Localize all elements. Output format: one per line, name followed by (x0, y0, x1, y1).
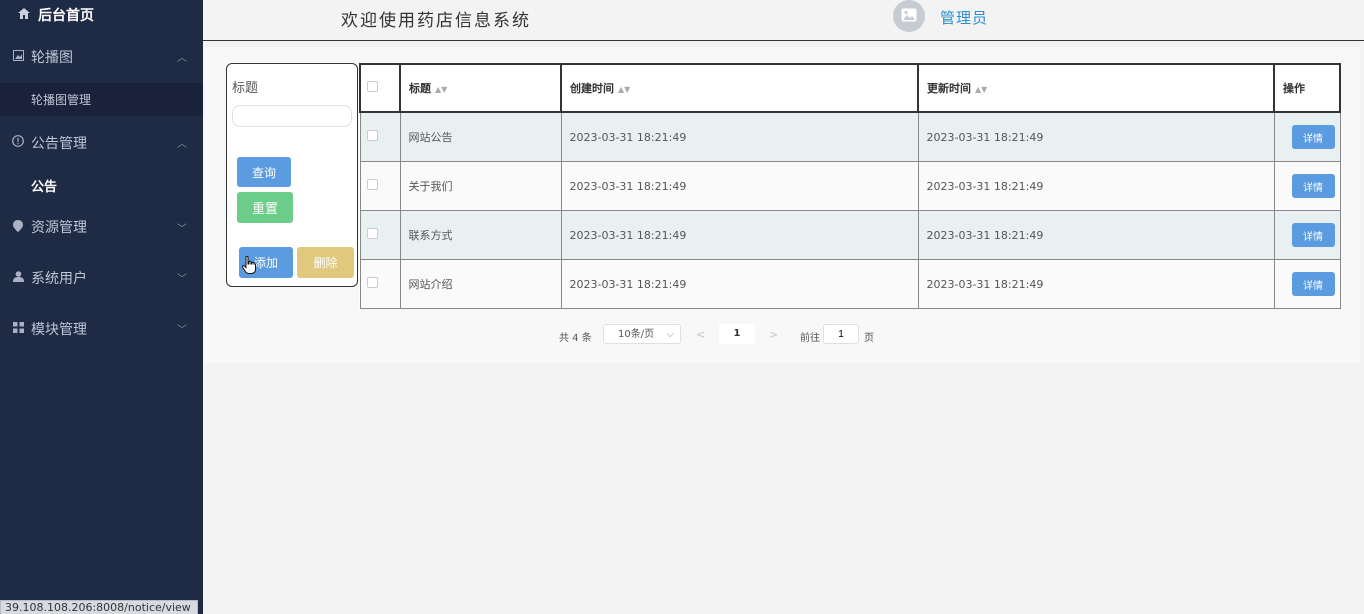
cell-created: 2023-03-31 18:21:49 (560, 111, 919, 162)
user-name[interactable]: 管理员 (940, 7, 988, 28)
table-row: 网站公告 2023-03-31 18:21:49 2023-03-31 18:2… (359, 111, 1341, 162)
cell-created: 2023-03-31 18:21:49 (560, 259, 919, 309)
sidebar-subitem-notice[interactable]: 公告 (0, 169, 203, 202)
table-row: 关于我们 2023-03-31 18:21:49 2023-03-31 18:2… (359, 161, 1341, 211)
notice-table: 标题 ▲▼ 创建时间 ▲▼ 更新时间 ▲▼ 操作 网站公告 2023-03-31 18… (359, 63, 1341, 309)
search-form: 标题 查询 重置 添加 删除 (226, 63, 358, 287)
sidebar-item-label: 资源管理 (31, 220, 87, 236)
user-icon (12, 270, 24, 285)
table-header-row: 标题 ▲▼ 创建时间 ▲▼ 更新时间 ▲▼ 操作 (359, 63, 1341, 113)
sidebar-subitem-carousel-manage[interactable]: 轮播图管理 (0, 83, 203, 116)
status-url: 39.108.108.206:8008/notice/view (0, 600, 198, 614)
sidebar-home-label: 后台首页 (38, 8, 94, 24)
sidebar-item-users[interactable]: 系统用户 ﹀ (0, 252, 203, 303)
page-title: 欢迎使用药店信息系统 (341, 11, 531, 31)
sort-icon[interactable]: ▲▼ (618, 85, 630, 94)
image-icon (901, 7, 917, 26)
cell-title: 关于我们 (399, 161, 562, 211)
column-header-updated[interactable]: 更新时间 ▲▼ (917, 63, 1275, 113)
sidebar-item-notice[interactable]: 公告管理 ︿ (0, 116, 203, 169)
goto-page-input[interactable] (823, 324, 859, 344)
sidebar: 后台首页 轮播图 ︿ 轮播图管理 公告管理 ︿ 公告 资源管理 ﹀ 系统用户 ﹀… (0, 0, 203, 614)
detail-button[interactable]: 详情 (1291, 125, 1335, 149)
select-all-cell (359, 63, 401, 113)
home-icon (18, 7, 30, 23)
prev-page-icon[interactable]: < (696, 328, 705, 341)
chevron-up-icon: ︿ (177, 139, 187, 150)
chevron-down-icon: ﹀ (177, 223, 187, 235)
sidebar-subitem-label: 轮播图管理 (31, 93, 92, 107)
sidebar-item-modules[interactable]: 模块管理 ﹀ (0, 303, 203, 354)
delete-button[interactable]: 删除 (297, 247, 354, 278)
goto-label: 前往 (800, 333, 820, 344)
main-panel: 标题 查询 重置 添加 删除 标题 ▲▼ 创建时间 ▲▼ 更新时间 ▲▼ 操作 网站公… (204, 47, 1360, 363)
grid-icon (12, 321, 24, 336)
location-icon (12, 219, 24, 235)
table-row: 网站介绍 2023-03-31 18:21:49 2023-03-31 18:2… (359, 259, 1341, 309)
sidebar-item-label: 公告管理 (31, 135, 87, 152)
chevron-up-icon: ︿ (177, 53, 187, 64)
cell-title: 联系方式 (399, 210, 562, 260)
cell-updated: 2023-03-31 18:21:49 (917, 161, 1275, 211)
cell-updated: 2023-03-31 18:21:49 (917, 210, 1275, 260)
avatar[interactable] (893, 0, 925, 32)
sidebar-item-resources[interactable]: 资源管理 ﹀ (0, 202, 203, 252)
goto-unit: 页 (864, 333, 874, 344)
sidebar-item-label: 模块管理 (31, 321, 87, 338)
row-checkbox[interactable] (366, 277, 378, 288)
sidebar-item-label: 系统用户 (31, 270, 87, 287)
top-header: 欢迎使用药店信息系统 管理员 (203, 0, 1364, 41)
sort-icon[interactable]: ▲▼ (435, 85, 447, 94)
sidebar-item-home[interactable]: 后台首页 (0, 0, 203, 30)
sidebar-subitem-label: 公告 (31, 180, 58, 195)
search-title-label: 标题 (232, 81, 259, 96)
cell-created: 2023-03-31 18:21:49 (560, 161, 919, 211)
table-row: 联系方式 2023-03-31 18:21:49 2023-03-31 18:2… (359, 210, 1341, 260)
next-page-icon[interactable]: > (769, 328, 778, 341)
page-number-current[interactable]: 1 (719, 324, 755, 344)
cell-updated: 2023-03-31 18:21:49 (917, 111, 1275, 162)
sort-icon[interactable]: ▲▼ (975, 85, 987, 94)
cell-title: 网站介绍 (399, 259, 562, 309)
cell-title: 网站公告 (399, 111, 562, 162)
info-icon (12, 135, 24, 150)
row-checkbox[interactable] (366, 228, 378, 239)
detail-button[interactable]: 详情 (1291, 272, 1335, 296)
column-header-created[interactable]: 创建时间 ▲▼ (560, 63, 919, 113)
detail-button[interactable]: 详情 (1291, 223, 1335, 247)
sidebar-item-carousel[interactable]: 轮播图 ︿ (0, 30, 203, 83)
column-header-title[interactable]: 标题 ▲▼ (399, 63, 562, 113)
reset-button[interactable]: 重置 (237, 192, 293, 223)
cell-updated: 2023-03-31 18:21:49 (917, 259, 1275, 309)
image-icon (12, 49, 24, 64)
chevron-down-icon: ﹀ (177, 325, 187, 336)
chevron-down-icon: ⌵ (666, 329, 674, 340)
sidebar-item-label: 轮播图 (31, 49, 73, 66)
detail-button[interactable]: 详情 (1291, 174, 1335, 198)
row-checkbox[interactable] (366, 179, 378, 190)
row-checkbox[interactable] (366, 130, 378, 141)
column-header-action: 操作 (1273, 63, 1341, 113)
query-button[interactable]: 查询 (237, 157, 291, 187)
page-size-select[interactable]: 10条/页 ⌵ (603, 324, 681, 344)
search-title-input[interactable] (232, 105, 352, 127)
hand-cursor-icon (241, 255, 256, 278)
cell-created: 2023-03-31 18:21:49 (560, 210, 919, 260)
chevron-down-icon: ﹀ (177, 274, 187, 285)
select-all-checkbox[interactable] (367, 81, 378, 92)
pagination-total: 共 4 条 (559, 333, 592, 344)
